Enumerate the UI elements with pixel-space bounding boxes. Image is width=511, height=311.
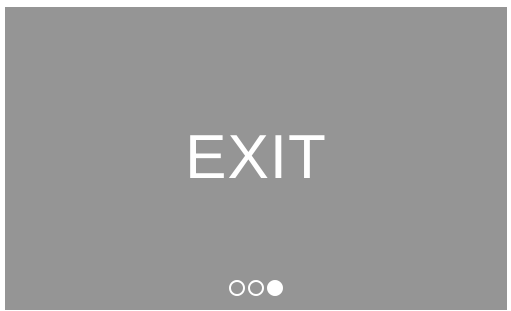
exit-screen[interactable]: EXIT (5, 7, 507, 310)
page-indicator (5, 279, 507, 297)
page-dot-3-active[interactable] (267, 280, 283, 296)
page-dot-2[interactable] (248, 280, 264, 296)
exit-label[interactable]: EXIT (5, 123, 507, 193)
page-dot-1[interactable] (229, 280, 245, 296)
